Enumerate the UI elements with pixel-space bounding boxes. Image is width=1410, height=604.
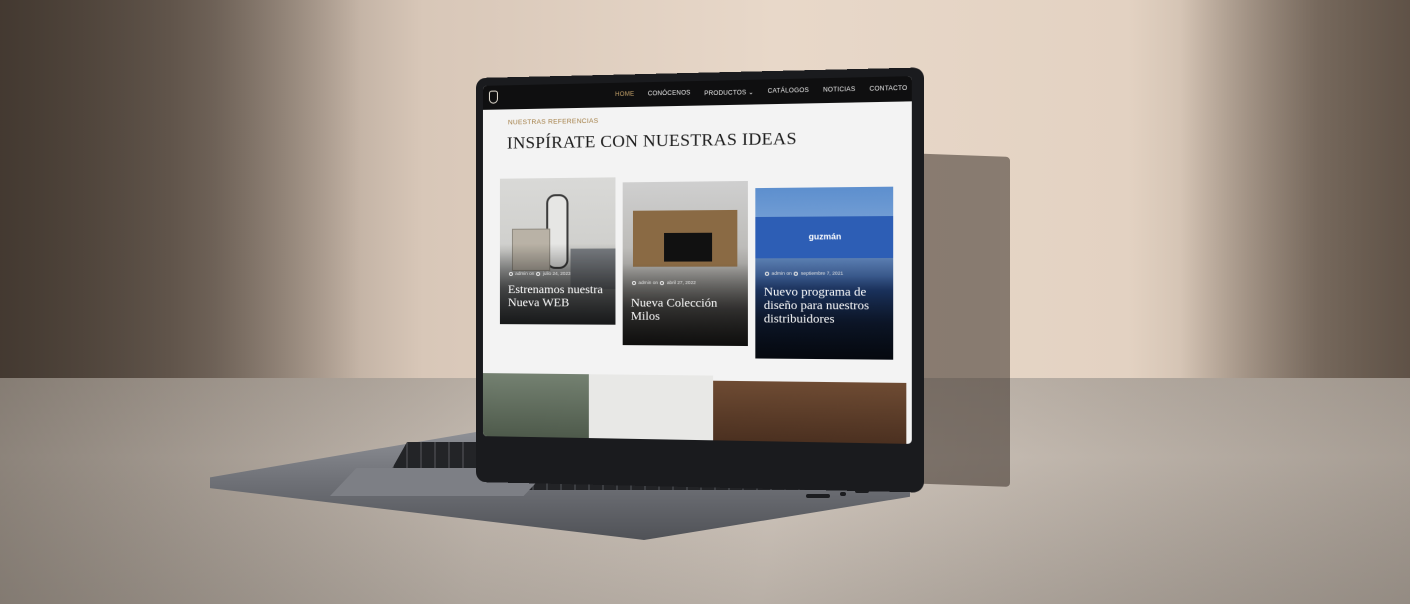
- clock-icon: [794, 272, 798, 276]
- nav-item-contacto[interactable]: CONTACTO: [869, 86, 907, 93]
- card-meta: admin on julio 24, 2023: [508, 271, 571, 276]
- card-author: admin on: [772, 271, 792, 276]
- section-eyebrow: NUESTRAS REFERENCIAS: [508, 118, 599, 127]
- card-title[interactable]: Estrenamos nuestra Nueva WEB: [508, 283, 609, 309]
- card-author: admin on: [638, 280, 658, 285]
- card-date: julio 24, 2023: [543, 271, 571, 276]
- user-icon: [765, 272, 769, 276]
- main-menu: HOME CONÓCENOS PRODUCTOS ⌄ CATÁLOGOS NOT…: [615, 76, 907, 107]
- user-icon: [632, 281, 636, 285]
- section-heading: INSPÍRATE CON NUESTRAS IDEAS: [507, 129, 797, 154]
- laptop-lid: HOME CONÓCENOS PRODUCTOS ⌄ CATÁLOGOS NOT…: [476, 67, 924, 492]
- wall-shadow: [0, 0, 360, 400]
- brand-logo-icon[interactable]: [489, 91, 498, 104]
- news-card[interactable]: guzmán admin on septiembre 7, 2021 Nuevo…: [755, 187, 893, 360]
- preview-image: [713, 381, 906, 444]
- news-card[interactable]: admin on julio 24, 2023 Estrenamos nuest…: [500, 177, 616, 324]
- nav-item-productos[interactable]: PRODUCTOS ⌄: [704, 88, 754, 96]
- clock-icon: [537, 272, 541, 276]
- card-brand-sign: guzmán: [809, 232, 842, 242]
- card-date: septiembre 7, 2021: [801, 271, 843, 276]
- next-section-preview: [483, 358, 912, 444]
- site-navbar: HOME CONÓCENOS PRODUCTOS ⌄ CATÁLOGOS NOT…: [483, 76, 912, 110]
- card-title[interactable]: Nuevo programa de diseño para nuestros d…: [764, 285, 887, 326]
- card-title[interactable]: Nueva Colección Milos: [631, 296, 742, 323]
- card-meta: admin on abril 27, 2022: [631, 280, 696, 285]
- clock-icon: [660, 281, 664, 285]
- nav-item-noticias[interactable]: NOTICIAS: [823, 87, 855, 94]
- nav-item-conocenos[interactable]: CONÓCENOS: [648, 90, 691, 97]
- laptop-port: [806, 494, 830, 498]
- card-author: admin on: [515, 271, 534, 276]
- laptop-port: [840, 492, 846, 496]
- card-date: abril 27, 2022: [667, 280, 696, 285]
- website-screen: HOME CONÓCENOS PRODUCTOS ⌄ CATÁLOGOS NOT…: [483, 76, 912, 444]
- card-meta: admin on septiembre 7, 2021: [764, 271, 843, 276]
- card-image: [664, 233, 712, 262]
- user-icon: [509, 272, 513, 276]
- nav-item-home[interactable]: HOME: [615, 92, 634, 99]
- news-card[interactable]: admin on abril 27, 2022 Nueva Colección …: [623, 181, 748, 346]
- nav-item-catalogos[interactable]: CATÁLOGOS: [768, 88, 809, 95]
